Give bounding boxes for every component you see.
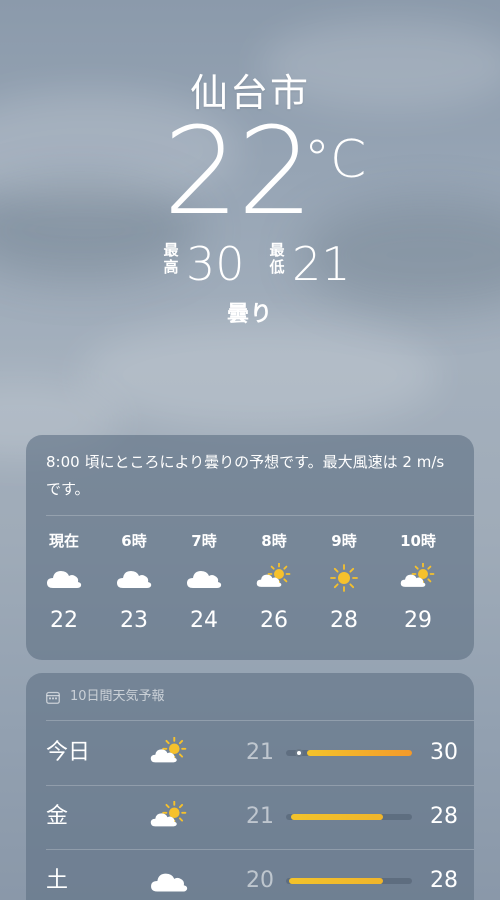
sun-icon	[326, 563, 362, 593]
current-weather-header: 仙台市 22 °C 最高 30 最低 21 曇り	[0, 0, 500, 330]
day-high-temperature: 28	[430, 868, 458, 893]
day-high-temperature: 28	[430, 804, 458, 829]
partly-sunny-icon	[150, 736, 188, 769]
low-label: 最低	[269, 241, 285, 276]
day-low-temperature: 21	[246, 804, 274, 829]
hour-time: 10時	[400, 532, 436, 550]
hour-time: 9時	[331, 532, 357, 550]
hour-temperature: 26	[260, 608, 288, 633]
hourly-forecast-card[interactable]: 8:00 頃にところにより曇りの予想です。最大風速は 2 m/s です。 現在 2…	[26, 435, 474, 660]
hour-temperature: 29	[404, 608, 432, 633]
day-name: 金	[46, 804, 69, 829]
hour-time: 現在	[48, 532, 79, 550]
day-low-temperature: 20	[246, 868, 274, 893]
high-low-temperatures: 最高 30 最低 21	[0, 237, 500, 291]
temperature-range-fill	[291, 814, 383, 820]
daily-row[interactable]: 金 21 28	[26, 785, 474, 849]
day-low-temperature: 21	[246, 740, 274, 765]
hour-item: 8時 26	[244, 531, 304, 641]
low-temperature: 21	[292, 237, 351, 291]
hour-time: 6時	[121, 532, 147, 550]
hour-item: 10時 29	[388, 531, 448, 641]
temperature-range-bar	[286, 814, 412, 820]
current-temperature-block: 22 °C	[0, 110, 500, 240]
weather-condition: 曇り	[226, 302, 273, 327]
high-temperature: 30	[186, 237, 245, 291]
daily-forecast-title: 10日間天気予報	[70, 689, 165, 704]
current-temperature-dot	[295, 749, 303, 757]
temperature-range-bar	[286, 749, 412, 757]
temperature-range-fill	[289, 878, 383, 884]
partly-sunny-icon	[150, 800, 188, 833]
temperature-range-bar	[286, 878, 412, 884]
divider	[46, 515, 474, 516]
hour-item: 7時 24	[174, 531, 234, 641]
hour-item: 6時 23	[104, 531, 164, 641]
hour-item: 現在 22	[34, 531, 94, 641]
cloud-icon	[46, 563, 82, 593]
cloud-icon	[150, 865, 188, 897]
cloud-icon	[116, 563, 152, 593]
day-name: 土	[46, 868, 69, 893]
temperature-unit: °C	[304, 130, 367, 190]
high-label: 最高	[163, 241, 179, 276]
partly-sunny-icon	[256, 562, 292, 593]
hour-temperature: 23	[120, 608, 148, 633]
daily-forecast-card[interactable]: 10日間天気予報 今日 21 30 金 21 28 土 20 28	[26, 673, 474, 900]
temperature-range-fill	[307, 750, 412, 756]
daily-row[interactable]: 土 20 28	[26, 849, 474, 900]
daily-row[interactable]: 今日 21 30	[26, 721, 474, 785]
hour-temperature: 24	[190, 608, 218, 633]
forecast-summary: 8:00 頃にところにより曇りの予想です。最大風速は 2 m/s です。	[46, 453, 445, 498]
day-high-temperature: 30	[430, 740, 458, 765]
cloud-icon	[186, 563, 222, 593]
hour-temperature: 22	[50, 608, 78, 633]
hour-time: 8時	[261, 532, 287, 550]
partly-sunny-icon	[400, 562, 436, 593]
hour-temperature: 28	[330, 608, 358, 633]
hour-item: 9時 28	[314, 531, 374, 641]
current-temperature: 22	[163, 103, 314, 242]
calendar-icon	[46, 691, 60, 704]
hour-time: 7時	[191, 532, 217, 550]
day-name: 今日	[46, 740, 91, 765]
